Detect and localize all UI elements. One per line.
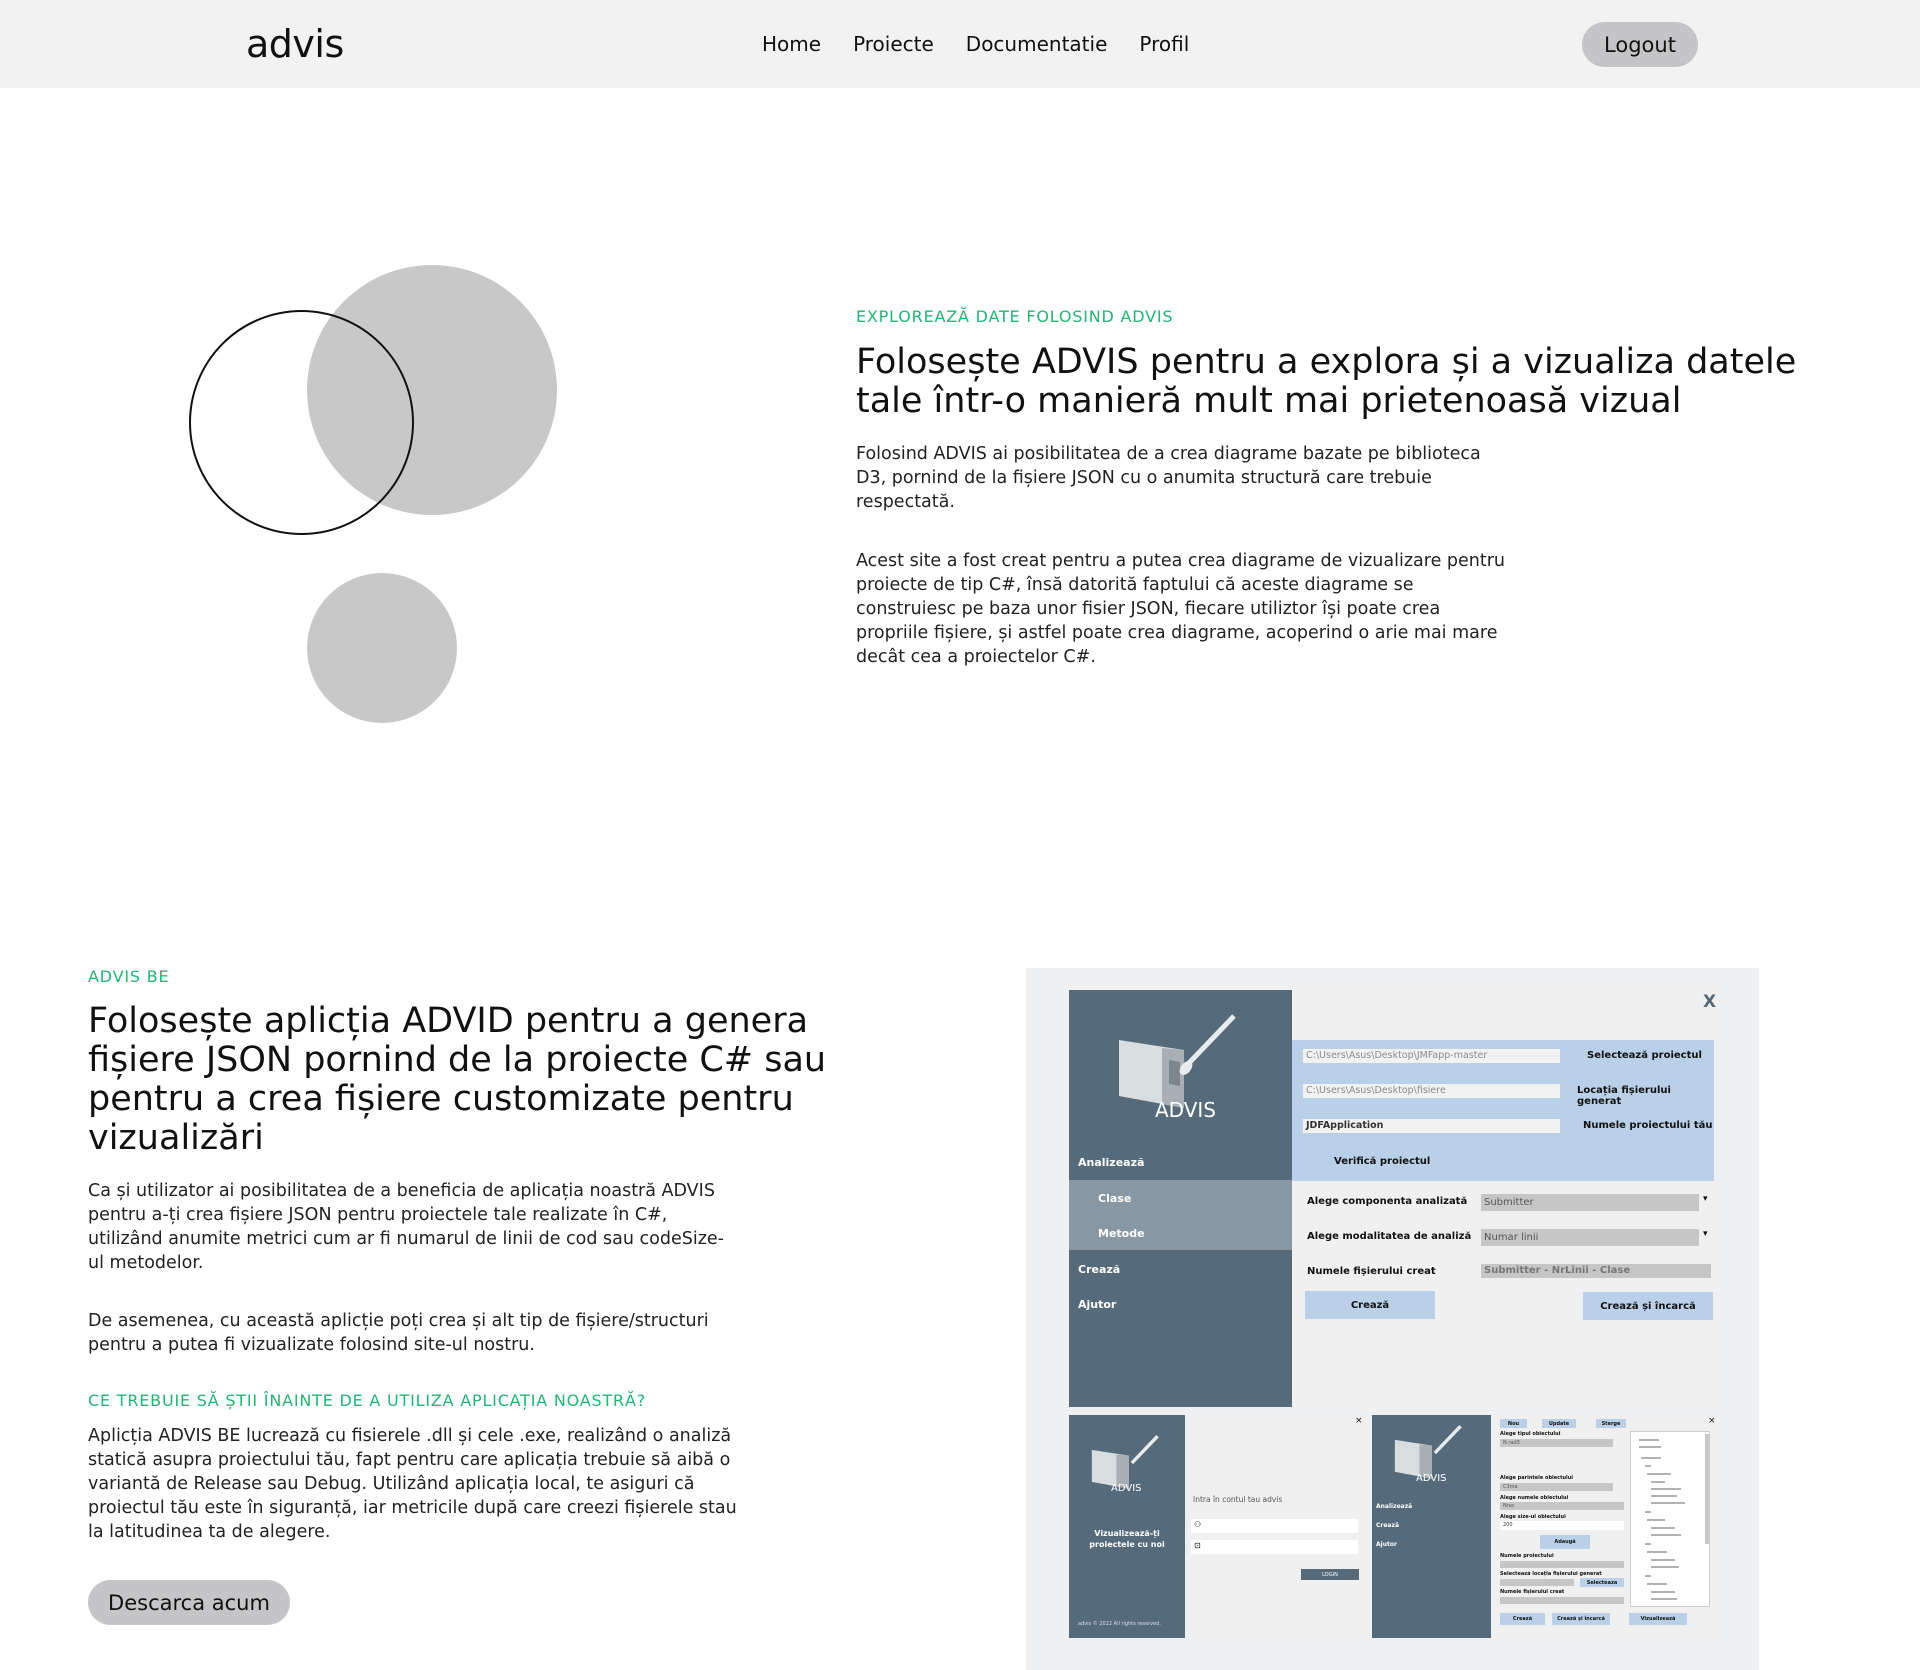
form-label-project: Numele proiectului (1500, 1553, 1554, 1559)
json-preview-panel (1630, 1431, 1710, 1607)
side2-create[interactable]: Crează (1376, 1522, 1399, 1529)
be-paragraph-2: De asemenea, cu această aplicție poți cr… (88, 1311, 709, 1355)
create-window: ADVIS Analizează Crează Ajutor × Nou Upd… (1372, 1415, 1716, 1638)
menu-classes[interactable]: Clase (1098, 1192, 1131, 1205)
component-label: Alege componenta analizată (1307, 1196, 1468, 1207)
menu-help[interactable]: Ajutor (1078, 1298, 1116, 1311)
nav-proiecte[interactable]: Proiecte (853, 32, 934, 56)
form-label-type: Alege tipul obiectului (1500, 1431, 1561, 1437)
side2-help[interactable]: Ajutor (1376, 1541, 1397, 1548)
select-project-button[interactable]: Selectează proiectul (1587, 1050, 1702, 1061)
project-name-label: Numele proiectului tău (1583, 1120, 1713, 1131)
hero-paragraph-1: Folosind ADVIS ai posibilitatea de a cre… (856, 444, 1481, 512)
nav-documentatie[interactable]: Documentatie (966, 32, 1108, 56)
close-icon[interactable]: × (1355, 1416, 1363, 1426)
download-button[interactable]: Descarca acum (88, 1580, 290, 1625)
mode-label: Alege modalitatea de analiză (1307, 1231, 1472, 1242)
output-location-button[interactable]: Locația fișierului generat (1577, 1085, 1714, 1107)
mode-select[interactable]: Numar linii (1481, 1229, 1699, 1246)
app-screenshot: ADVIS Analizează Clase Metode Crează Aju… (1026, 968, 1759, 1670)
update-button[interactable]: Update (1542, 1419, 1576, 1428)
close-icon[interactable]: × (1708, 1416, 1716, 1426)
hero-title: Folosește ADVIS pentru a explora și a vi… (856, 342, 1797, 421)
logout-button[interactable]: Logout (1582, 22, 1698, 67)
add-button[interactable]: Adaugă (1540, 1535, 1590, 1549)
login-window: ADVIS Vizualizează-ți proiectele cu noi … (1069, 1415, 1364, 1638)
create-upload-button[interactable]: Crează și încarcă (1583, 1292, 1713, 1320)
create-sidebar: ADVIS Analizează Crează Ajutor (1372, 1415, 1491, 1638)
login-copyright: advis © 2022 All rights reserved. (1078, 1621, 1161, 1627)
create-upload-button-small[interactable]: Crează și încarcă (1552, 1613, 1610, 1625)
logo[interactable]: advis (246, 22, 344, 66)
chevron-down-icon: ▾ (1703, 1194, 1708, 1204)
visualize-button[interactable]: Vizualizează (1629, 1613, 1687, 1625)
create-button[interactable]: Crează (1305, 1291, 1435, 1319)
form-label-name: Alege numele obiectului (1500, 1495, 1569, 1501)
login-sidebar: ADVIS Vizualizează-ți proiectele cu noi … (1069, 1415, 1185, 1638)
project-panel: C:\Users\Asus\Desktop\JMFapp-master Sele… (1292, 1040, 1714, 1181)
decor-circle-outline (189, 310, 414, 535)
nav-profil[interactable]: Profil (1139, 32, 1189, 56)
form-label-size: Alege size-ul obiectului (1500, 1514, 1566, 1520)
username-input[interactable] (1191, 1519, 1358, 1533)
menu-create[interactable]: Crează (1078, 1263, 1120, 1276)
be-paragraph-3: Aplicția ADVIS BE lucrează cu fisierele … (88, 1426, 737, 1542)
parent-select[interactable]: C3ma (1500, 1483, 1613, 1491)
be-title: Folosește aplicția ADVID pentru a genera… (88, 1001, 827, 1158)
lock-icon: ⊡ (1194, 1541, 1201, 1550)
top-navbar: advis Home Proiecte Documentatie Profil … (0, 0, 1920, 88)
filename-input[interactable]: Submitter - NrLinii - Clase (1481, 1264, 1711, 1278)
be-eyebrow-requirements: CE TREBUIE SĂ ȘTII ÎNAINTE DE A UTILIZA … (88, 1391, 647, 1410)
nav-links: Home Proiecte Documentatie Profil (762, 32, 1189, 56)
app-sidebar: ADVIS Analizează Clase Metode Crează Aju… (1069, 990, 1292, 1407)
decor-circle-small (307, 573, 457, 723)
verify-project-button[interactable]: Verifică proiectul (1334, 1156, 1430, 1167)
filename-label: Numele fișierului creat (1307, 1266, 1436, 1277)
user-icon: ⚇ (1194, 1520, 1202, 1529)
size-input[interactable]: 200 (1500, 1521, 1624, 1530)
menu-methods[interactable]: Metode (1098, 1227, 1145, 1240)
location-input[interactable] (1500, 1579, 1574, 1586)
output-path-input[interactable]: C:\Users\Asus\Desktop\fisiere (1303, 1084, 1560, 1098)
login-button[interactable]: LOGIN (1301, 1569, 1359, 1580)
form-label-location: Selectează locația fișierului generat (1500, 1571, 1602, 1577)
form-label-filename: Numele fișierului creat (1500, 1589, 1565, 1595)
chevron-down-icon: ▾ (1703, 1229, 1708, 1239)
be-eyebrow: ADVIS BE (88, 967, 170, 986)
side2-analyze[interactable]: Analizează (1376, 1503, 1412, 1510)
login-tagline: Vizualizează-ți proiectele cu noi (1089, 1529, 1165, 1549)
app-brand: ADVIS (1155, 1098, 1217, 1122)
filename-input-small[interactable] (1500, 1597, 1624, 1604)
component-select[interactable]: Submitter (1481, 1194, 1699, 1211)
create-button-small[interactable]: Crează (1500, 1613, 1545, 1625)
form-label-parent: Alege parintele obiectului (1500, 1475, 1574, 1481)
json-text-lines (1639, 1434, 1709, 1600)
be-paragraph-1: Ca și utilizator ai posibilitatea de a b… (88, 1181, 724, 1273)
close-icon[interactable]: X (1703, 992, 1716, 1012)
project-input[interactable] (1500, 1561, 1624, 1568)
hero-paragraph-2: Acest site a fost creat pentru a putea c… (856, 551, 1506, 667)
nav-home[interactable]: Home (762, 32, 821, 56)
password-input[interactable] (1191, 1540, 1358, 1554)
project-path-input[interactable]: C:\Users\Asus\Desktop\JMFapp-master (1303, 1049, 1560, 1063)
login-brand: ADVIS (1111, 1483, 1142, 1494)
name-input[interactable]: Nrac (1500, 1502, 1624, 1510)
select-location-button[interactable]: Selecteaza (1580, 1578, 1624, 1587)
delete-button[interactable]: Sterge (1596, 1419, 1626, 1428)
login-prompt: Intra în contul tau advis (1193, 1495, 1283, 1504)
type-select[interactable]: N.rad3 (1500, 1439, 1613, 1447)
hero-eyebrow: EXPLOREAZĂ DATE FOLOSIND ADVIS (856, 307, 1174, 326)
menu-analyze[interactable]: Analizează (1078, 1156, 1144, 1169)
new-button[interactable]: Nou (1500, 1419, 1527, 1428)
create-brand: ADVIS (1416, 1473, 1447, 1484)
project-name-input[interactable]: JDFApplication (1303, 1119, 1560, 1133)
app-main-window: ADVIS Analizează Clase Metode Crează Aju… (1069, 990, 1717, 1407)
